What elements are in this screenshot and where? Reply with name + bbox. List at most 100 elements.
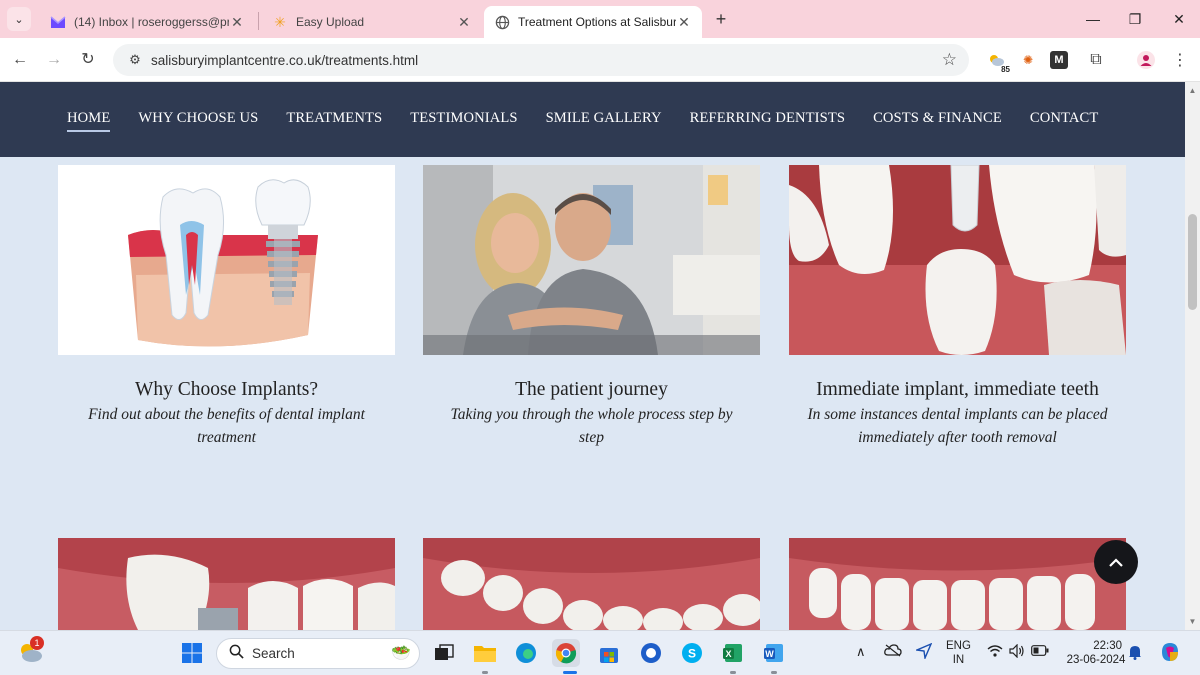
scroll-up-arrow-icon[interactable]: ▲ [1187,86,1198,95]
globe-icon [494,14,510,30]
tab-title: (14) Inbox | roseroggerss@prot [74,15,229,29]
restore-icon[interactable]: ❐ [1120,8,1150,30]
task-view-icon[interactable] [430,639,458,667]
browser-menu-icon[interactable]: ⋮ [1168,48,1192,72]
date-text: 23-06-2024 [1066,654,1126,666]
copilot-icon[interactable] [1158,640,1182,668]
cloud-sync-icon[interactable] [884,643,902,661]
nav-referring-dentists[interactable]: REFERRING DENTISTS [690,110,845,132]
language-code: ENG [946,640,971,652]
svg-text:S: S [688,647,696,661]
smiling-couple-image[interactable] [423,165,760,355]
back-arrow-icon[interactable]: ← [8,48,32,72]
skype-icon[interactable]: S [678,639,706,667]
card-description: Taking you through the whole process ste… [450,406,733,446]
nav-costs-finance[interactable]: COSTS & FINANCE [873,110,1002,132]
scrollbar-thumb[interactable] [1188,214,1197,310]
battery-icon[interactable] [1031,645,1049,660]
volume-icon[interactable] [1009,643,1025,662]
close-icon[interactable]: ✕ [229,14,245,31]
bookmark-star-icon[interactable]: ☆ [942,50,957,70]
nav-contact[interactable]: CONTACT [1030,110,1098,132]
card-title[interactable]: Immediate implant, immediate teeth [789,379,1126,401]
tab-inbox[interactable]: (14) Inbox | roseroggerss@prot ✕ [40,6,255,38]
card-description: In some instances dental implants can be… [807,406,1108,446]
edge-browser-icon[interactable] [512,639,540,667]
tab-title: Easy Upload [296,15,365,29]
svg-text:W: W [765,649,774,659]
language-indicator[interactable]: ENG IN [946,639,971,667]
treatment-card-image-lower-3[interactable] [789,538,1126,630]
window-close-icon[interactable]: ✕ [1164,8,1194,30]
extensions-puzzle-icon[interactable]: ⧉ [1084,48,1108,72]
search-placeholder: Search [252,646,295,661]
page-scrollbar[interactable] [1185,82,1200,630]
tab-separator [258,12,259,30]
time-text: 22:30 [1093,640,1122,652]
close-icon[interactable]: ✕ [456,14,472,31]
treatment-card-image-lower-1[interactable] [58,538,395,630]
treatment-card-why-choose-implants[interactable]: Why Choose Implants? Find out about the … [58,165,395,449]
nav-home[interactable]: HOME [67,110,111,132]
nav-smile-gallery[interactable]: SMILE GALLERY [546,110,662,132]
minimize-icon[interactable]: — [1078,8,1108,30]
nav-testimonials[interactable]: TESTIMONIALS [410,110,517,132]
location-arrow-icon[interactable] [914,642,933,663]
profile-avatar-icon[interactable] [1134,48,1158,72]
notification-badge: 1 [30,636,44,650]
implant-diagram-image[interactable] [58,165,395,355]
sparkle-icon: ✳ [274,13,286,30]
treatment-card-patient-journey[interactable]: The patient journey Taking you through t… [423,165,760,449]
m-extension-icon[interactable]: M [1050,51,1068,69]
search-highlight-icon: 🥗 [391,645,411,662]
site-navigation: HOME WHY CHOOSE US TREATMENTS TESTIMONIA… [0,82,1185,157]
chevron-up-icon[interactable]: ∧ [856,645,866,659]
card-description: Find out about the benefits of dental im… [88,406,365,446]
file-explorer-icon[interactable] [471,639,499,667]
forward-arrow-icon[interactable]: → [42,48,66,72]
tab-title: Treatment Options at Salisbury [518,15,676,29]
tab-search-icon[interactable]: ⌄ [7,7,31,31]
running-indicator [771,671,777,674]
implant-crown-closeup-image[interactable] [789,165,1126,355]
nav-treatments[interactable]: TREATMENTS [286,110,382,132]
word-icon[interactable]: W [760,639,788,667]
card-title[interactable]: Why Choose Implants? [58,379,395,401]
treatments-content: Why Choose Implants? Find out about the … [0,157,1185,630]
tab-treatment-options[interactable]: Treatment Options at Salisbury ✕ [484,6,702,38]
tab-easy-upload[interactable]: ✳ Easy Upload ✕ [262,6,482,38]
address-bar[interactable]: ⚙ salisburyimplantcentre.co.uk/treatment… [113,44,969,76]
back-to-top-button[interactable] [1094,540,1138,584]
input-region: IN [952,654,965,666]
svg-text:X: X [725,649,731,659]
windows-taskbar: 1 Search 🥗 S X W ∧ ENG IN 22:30 23-06-20… [0,630,1200,675]
clock[interactable]: 22:30 23-06-2024 [1064,639,1128,667]
treatment-card-immediate-implant[interactable]: Immediate implant, immediate teeth In so… [789,165,1126,449]
treatment-card-image-lower-2[interactable] [423,538,760,630]
wifi-icon[interactable] [987,645,1003,661]
app-blue-circle-icon[interactable] [637,639,665,667]
nav-why-choose-us[interactable]: WHY CHOOSE US [138,110,258,132]
chrome-browser-icon[interactable] [552,639,580,667]
reload-icon[interactable]: ↻ [76,48,100,72]
sun-extension-icon[interactable]: ✺ [1016,48,1040,72]
weather-extension-icon[interactable]: 85 [984,48,1010,74]
notification-bell-icon[interactable] [1128,644,1142,664]
running-indicator [482,671,488,674]
active-indicator [563,671,577,674]
taskbar-search-box[interactable]: Search 🥗 [216,638,420,669]
site-info-icon[interactable]: ⚙ [121,52,149,68]
url-text[interactable]: salisburyimplantcentre.co.uk/treatments.… [151,53,418,68]
card-title[interactable]: The patient journey [423,379,760,401]
excel-icon[interactable]: X [719,639,747,667]
running-indicator [730,671,736,674]
weather-badge: 85 [1001,65,1010,74]
browser-toolbar: ← → ↻ ⚙ salisburyimplantcentre.co.uk/tre… [0,38,1200,82]
windows-start-icon[interactable] [178,639,206,667]
browser-tabstrip: ⌄ (14) Inbox | roseroggerss@prot ✕ ✳ Eas… [0,0,1200,38]
microsoft-store-icon[interactable] [595,639,623,667]
new-tab-plus-icon[interactable]: + [710,8,732,30]
close-icon[interactable]: ✕ [676,14,692,31]
chevron-up-icon [1109,558,1123,567]
scroll-down-arrow-icon[interactable]: ▼ [1187,617,1198,626]
